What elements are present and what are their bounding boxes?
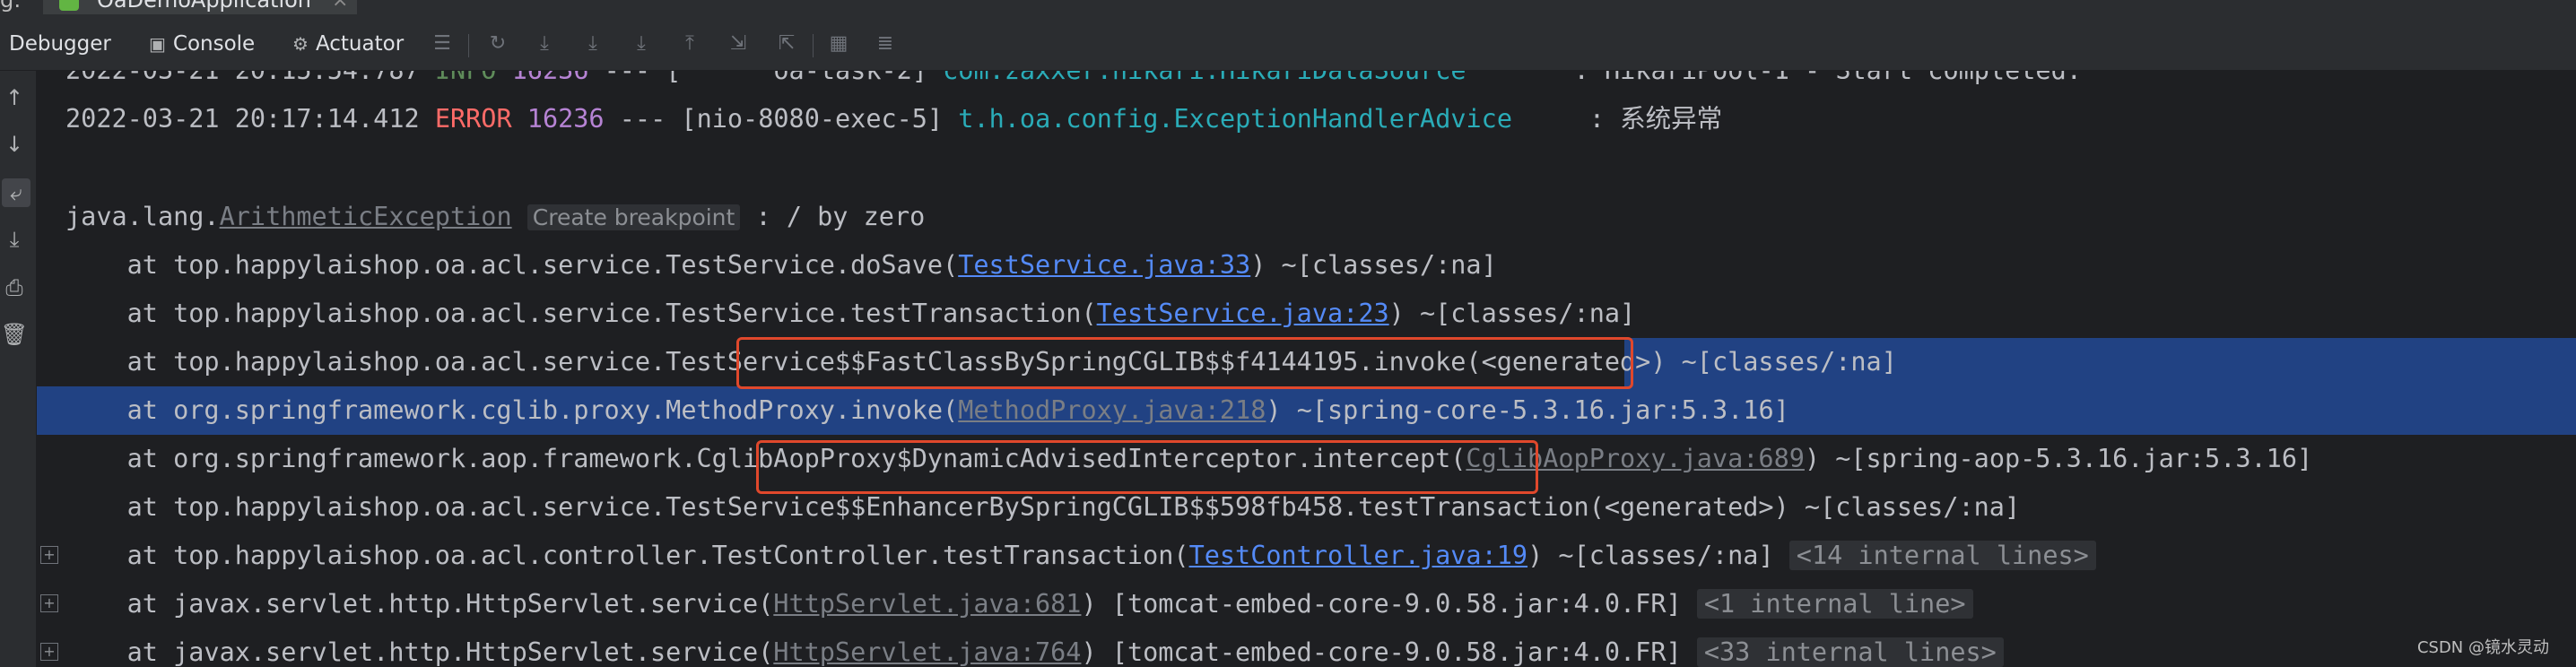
source-link[interactable]: MethodProxy.java:218 xyxy=(958,395,1266,425)
stack-frame-folded: + at javax.servlet.http.HttpServlet.serv… xyxy=(37,628,2576,667)
scroll-to-end-icon[interactable]: ⤓ xyxy=(0,225,29,254)
console-output[interactable]: 2022-03-21 20:15:54.787 INFO 16236 --- [… xyxy=(37,71,2576,667)
soft-wrap-icon[interactable]: ⤶ xyxy=(2,178,30,207)
folded-lines-badge[interactable]: <1 internal line> xyxy=(1696,589,1973,619)
log-level: ERROR xyxy=(434,104,512,134)
trash-icon[interactable]: 🗑 xyxy=(0,320,29,349)
frame-text: at top.happylaishop.oa.acl.service.TestS… xyxy=(65,250,959,280)
source-link[interactable]: HttpServlet.java:681 xyxy=(773,589,1081,619)
log-thread: [ oa-task-2] xyxy=(666,71,927,85)
arrow-down-icon[interactable]: ↓ xyxy=(0,130,29,159)
stack-frame-selected: at org.springframework.cglib.proxy.Metho… xyxy=(37,386,2576,435)
tab-title: OaDemoApplication xyxy=(97,0,312,13)
watermark: CSDN @镜水灵动 xyxy=(2416,638,2549,657)
exception-package: java.lang. xyxy=(65,202,220,231)
annotation-box-interceptor xyxy=(756,440,1538,494)
close-icon[interactable]: × xyxy=(332,0,348,12)
expand-icon[interactable]: + xyxy=(40,546,58,564)
stack-frame-folded: + at javax.servlet.http.HttpServlet.serv… xyxy=(37,580,2576,628)
frame-suffix: ) [tomcat-embed-core-9.0.58.jar:4.0.FR] xyxy=(1081,637,1697,667)
log-timestamp: 2022-03-21 20:15:54.787 xyxy=(65,71,420,85)
log-pid: 16236 xyxy=(512,71,589,85)
frame-suffix: ) ~[spring-core-5.3.16.jar:5.3.16] xyxy=(1266,395,1789,425)
log-line: 2022-03-21 20:15:54.787 INFO 16236 --- [… xyxy=(37,71,2576,95)
arrow-up-icon[interactable]: ↑ xyxy=(0,83,29,112)
tab-oademoapplication[interactable]: OaDemoApplication × xyxy=(43,0,357,14)
debugger-label: Debugger xyxy=(9,32,111,56)
folded-lines-badge[interactable]: <33 internal lines> xyxy=(1696,637,2004,667)
log-separator: --- xyxy=(605,71,650,85)
log-line-error: 2022-03-21 20:17:14.412 ERROR 16236 --- … xyxy=(37,95,2576,143)
source-link[interactable]: TestController.java:19 xyxy=(1189,541,1528,570)
console-side-toolbar: ↑ ↓ ⤶ ⤓ ⎙ 🗑 xyxy=(0,71,37,667)
frame-text: at top.happylaishop.oa.acl.controller.Te… xyxy=(65,541,1189,570)
step-out-icon[interactable]: ⤒ xyxy=(676,30,703,57)
evaluate-expression-icon[interactable]: ▦ xyxy=(825,30,852,57)
tab-debugger[interactable]: Debugger xyxy=(9,32,111,56)
actuator-icon: ⚙ xyxy=(292,33,309,55)
exception-class-link[interactable]: ArithmeticException xyxy=(220,202,512,231)
log-thread: [nio-8080-exec-5] xyxy=(681,104,944,134)
run-tab-bar: g: OaDemoApplication × xyxy=(0,0,2576,14)
console-icon: ▣ xyxy=(149,33,166,55)
layout-menu-icon[interactable]: ☰ xyxy=(429,30,456,57)
log-timestamp: 2022-03-21 20:17:14.412 xyxy=(65,104,420,134)
stack-frame-folded: + at top.happylaishop.oa.acl.controller.… xyxy=(37,532,2576,580)
tab-prefix: g: xyxy=(0,0,22,13)
log-pid: 16236 xyxy=(527,104,605,134)
source-link[interactable]: HttpServlet.java:764 xyxy=(773,637,1081,667)
toolbar-divider xyxy=(813,34,814,57)
drop-frame-icon[interactable]: ⇲ xyxy=(725,30,752,57)
stack-frame: at top.happylaishop.oa.acl.service.TestS… xyxy=(37,290,2576,338)
frame-text: at top.happylaishop.oa.acl.service.TestS… xyxy=(65,299,1097,328)
source-link[interactable]: TestService.java:23 xyxy=(1097,299,1389,328)
show-execution-point-icon[interactable]: ↻ xyxy=(484,30,511,57)
frame-text: at org.springframework.cglib.proxy.Metho… xyxy=(65,395,959,425)
trace-stream-icon[interactable]: ≣ xyxy=(872,30,899,57)
tab-actuator[interactable]: ⚙ Actuator xyxy=(292,32,404,56)
folded-lines-badge[interactable]: <14 internal lines> xyxy=(1788,541,2096,570)
log-message: : 系统异常 xyxy=(1588,104,1723,134)
source-link[interactable]: TestService.java:33 xyxy=(958,250,1250,280)
frame-suffix: ) ~[classes/:na] xyxy=(1527,541,1789,570)
frame-suffix: ) [tomcat-embed-core-9.0.58.jar:4.0.FR] xyxy=(1081,589,1697,619)
stack-frame: at top.happylaishop.oa.acl.service.TestS… xyxy=(37,241,2576,290)
frame-suffix: ) ~[classes/:na] xyxy=(1250,250,1497,280)
log-level: INFO xyxy=(435,71,497,85)
annotation-box-fastclass xyxy=(736,337,1633,389)
log-logger[interactable]: com.zaxxer.hikari.HikariDataSource xyxy=(943,71,1558,85)
log-separator: --- xyxy=(619,104,666,134)
spring-app-icon xyxy=(59,0,79,11)
log-logger[interactable]: t.h.oa.config.ExceptionHandlerAdvice xyxy=(958,104,1573,134)
create-breakpoint-hint[interactable]: Create breakpoint xyxy=(527,204,741,230)
frame-text: at javax.servlet.http.HttpServlet.servic… xyxy=(65,637,774,667)
force-step-into-icon[interactable]: ⤓ xyxy=(628,30,655,57)
exception-message: : / by zero xyxy=(755,202,926,231)
actuator-label: Actuator xyxy=(315,32,405,56)
expand-icon[interactable]: + xyxy=(40,594,58,612)
tab-console[interactable]: ▣ Console xyxy=(149,32,255,56)
log-message: : HikariPool-1 - Start completed. xyxy=(1574,71,2082,85)
frame-suffix: ) ~[classes/:na] xyxy=(1388,299,1636,328)
frame-text: at javax.servlet.http.HttpServlet.servic… xyxy=(65,589,774,619)
run-to-cursor-icon[interactable]: ⇱ xyxy=(773,30,800,57)
expand-icon[interactable]: + xyxy=(40,643,58,661)
frame-suffix: ) ~[spring-aop-5.3.16.jar:5.3.16] xyxy=(1804,444,2313,473)
console-label: Console xyxy=(172,32,256,56)
step-into-icon[interactable]: ⤓ xyxy=(579,30,606,57)
debug-toolbar: Debugger ▣ Console ⚙ Actuator ☰ ↻ ⤓ ⤓ ⤓ … xyxy=(0,14,2576,71)
toolbar-divider xyxy=(468,34,469,57)
step-over-icon[interactable]: ⤓ xyxy=(531,30,558,57)
print-icon[interactable]: ⎙ xyxy=(0,273,29,302)
exception-line: java.lang.ArithmeticException Create bre… xyxy=(37,193,2576,241)
